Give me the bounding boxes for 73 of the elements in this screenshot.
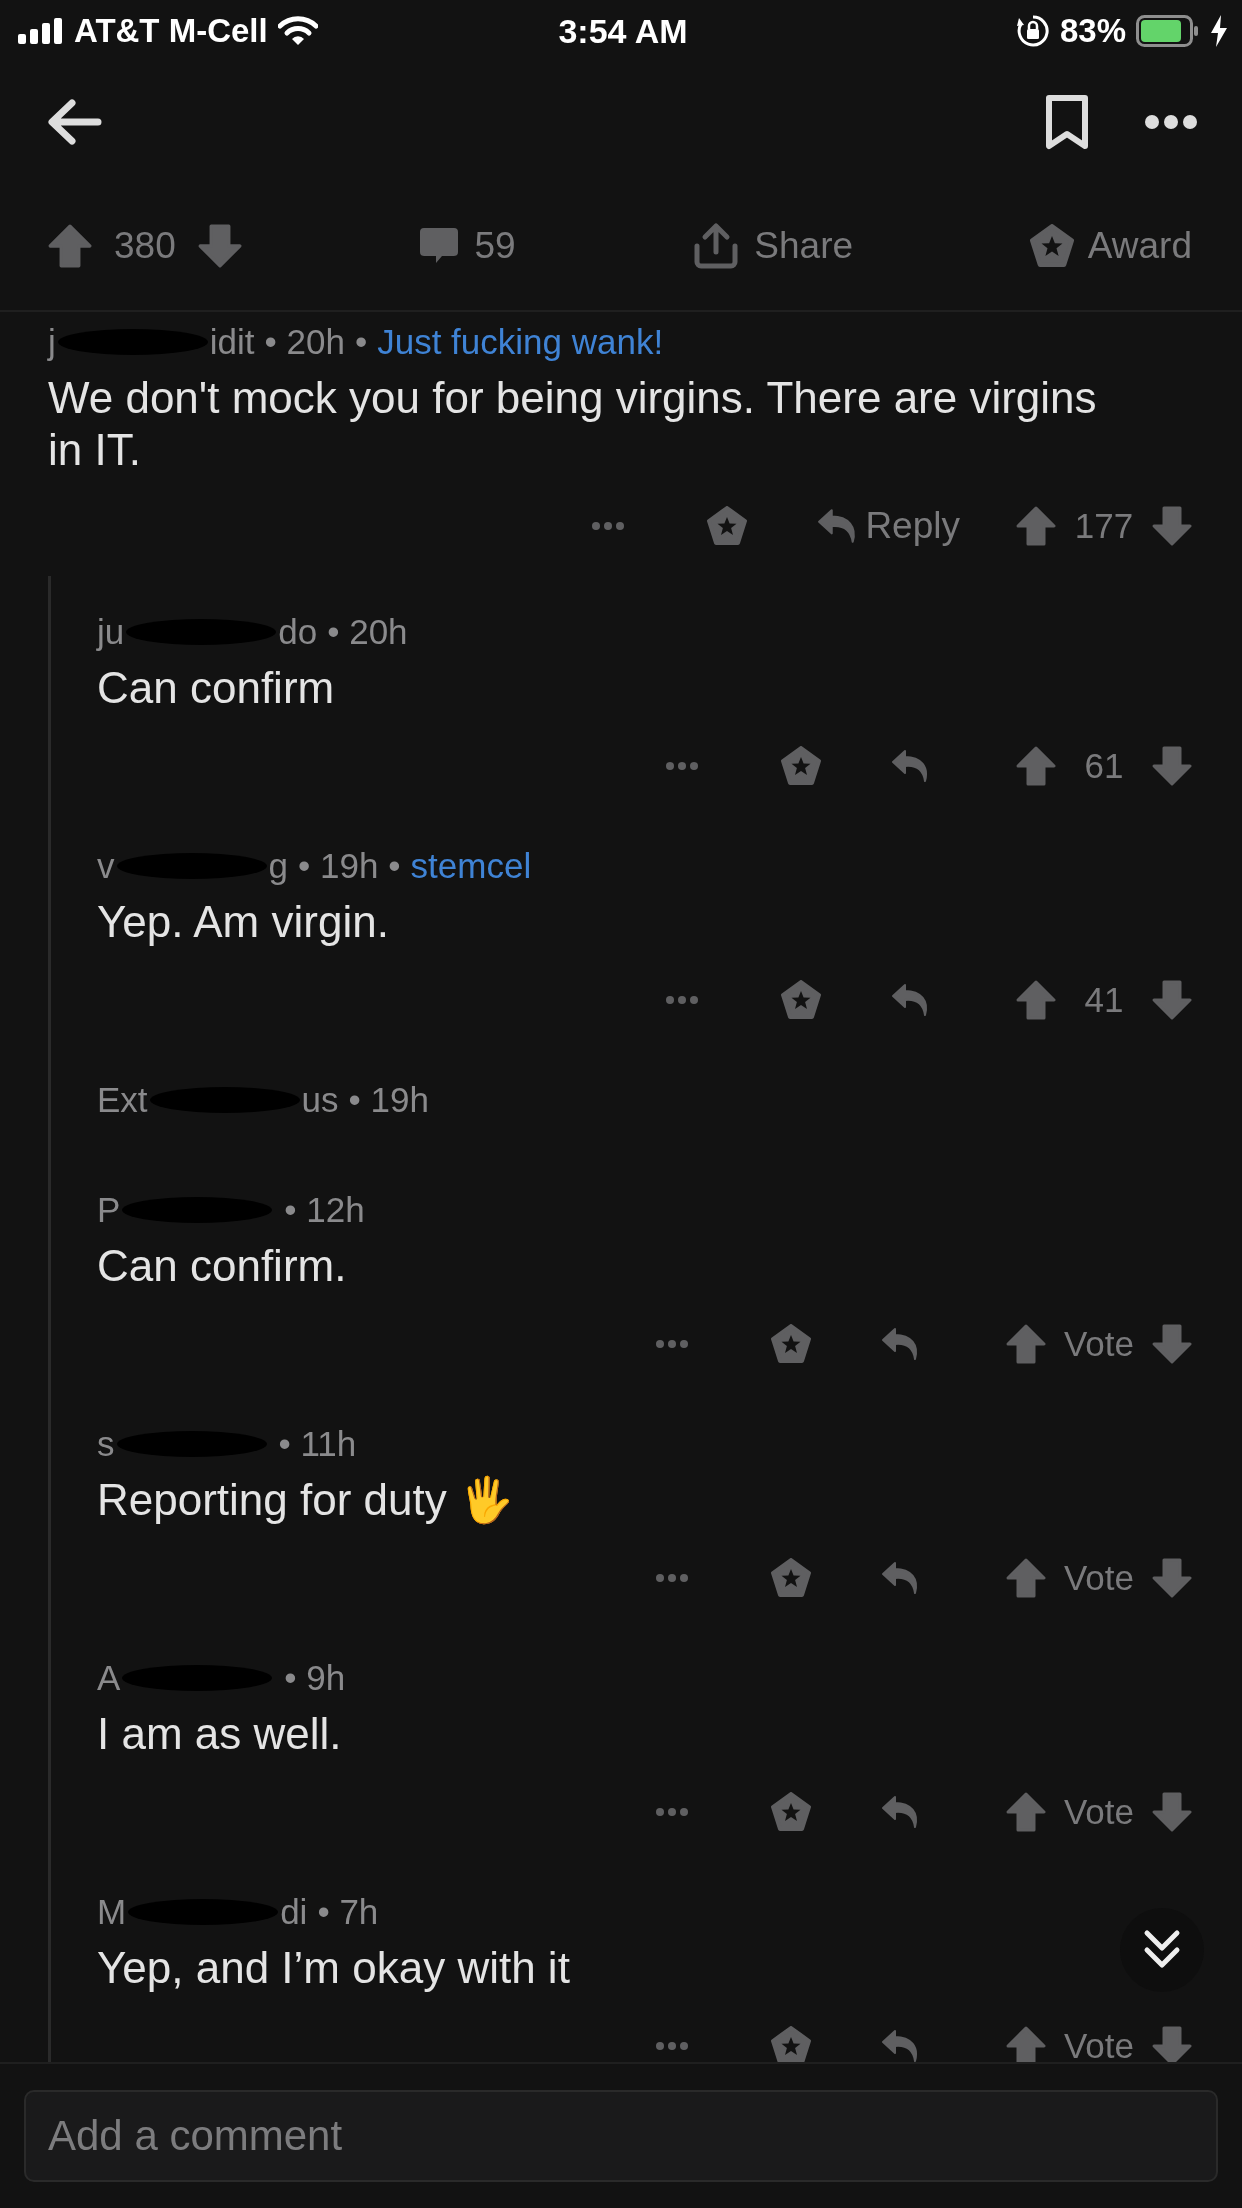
separator-dot: • — [388, 846, 401, 886]
upvote-icon[interactable] — [1005, 1558, 1046, 1598]
downvote-icon[interactable] — [1152, 506, 1192, 546]
downvote-icon[interactable] — [1152, 1792, 1192, 1832]
award-icon[interactable] — [770, 1558, 811, 1598]
username[interactable]: P — [97, 1190, 275, 1230]
vote-score: 41 — [1083, 980, 1125, 1020]
award-icon[interactable] — [707, 506, 748, 546]
rotation-lock-icon — [1015, 14, 1050, 48]
battery-icon — [1136, 15, 1200, 47]
upvote-icon[interactable] — [1016, 506, 1056, 546]
username[interactable]: j idit — [48, 322, 255, 362]
vote-score: Vote — [1063, 2026, 1134, 2066]
comment-age: • 7h — [317, 1892, 379, 1932]
comment-text: Reporting for duty 🖐 — [97, 1474, 514, 1526]
comment-text: Yep. Am virgin. — [97, 896, 389, 948]
award-icon[interactable] — [781, 980, 821, 1020]
vote-score: Vote — [1063, 1558, 1134, 1598]
share-icon — [692, 222, 741, 270]
comment-age: • 19h — [297, 846, 379, 886]
comment-field[interactable]: Add a comment — [24, 2090, 1218, 2182]
wifi-icon — [277, 16, 318, 46]
carrier-name: AT&T M-Cell — [74, 12, 268, 50]
charging-bolt-icon — [1210, 15, 1228, 47]
comment-text: Can confirm. — [97, 1240, 347, 1292]
username[interactable]: A — [97, 1658, 275, 1698]
upvote-icon[interactable] — [1016, 746, 1056, 786]
username[interactable]: s — [97, 1424, 269, 1464]
clock: 3:54 AM — [558, 11, 688, 51]
downvote-icon[interactable] — [1152, 1558, 1192, 1598]
post-score: 380 — [114, 225, 176, 267]
upvote-icon[interactable] — [48, 224, 92, 268]
comment-age: • 9h — [284, 1658, 346, 1698]
username[interactable]: ju do — [97, 612, 318, 652]
separator-dot: • — [354, 322, 368, 362]
user-flair: Just fucking wank! — [377, 322, 664, 362]
back-arrow-icon[interactable] — [46, 97, 102, 147]
username[interactable]: M di — [97, 1892, 308, 1932]
comment-age: • 19h — [348, 1080, 429, 1120]
reply-button[interactable]: Reply — [817, 505, 960, 547]
username[interactable]: Ext us — [97, 1080, 339, 1120]
upvote-icon[interactable] — [1005, 1324, 1046, 1364]
comment-age: • 20h — [264, 322, 345, 362]
comment-age: • 20h — [327, 612, 408, 652]
upvote-icon[interactable] — [1005, 1792, 1046, 1832]
award-button[interactable]: Award — [1029, 224, 1192, 268]
award-icon — [1029, 224, 1074, 268]
downvote-icon[interactable] — [197, 224, 242, 268]
comment-text: We don't mock you for being virgins. There are virgins in IT. — [48, 372, 1098, 476]
upvote-icon[interactable] — [1016, 980, 1056, 1020]
comment-age: • 11h — [278, 1424, 357, 1464]
award-icon[interactable] — [781, 746, 821, 786]
downvote-icon[interactable] — [1152, 746, 1192, 786]
vote-score: Vote — [1063, 1324, 1134, 1364]
battery-percentage: 83% — [1059, 12, 1126, 50]
more-options-icon[interactable] — [1144, 114, 1198, 130]
comment-text: Yep, and I’m okay with it — [97, 1942, 570, 1994]
signal-icon — [18, 18, 64, 44]
share-button[interactable]: Share — [692, 222, 854, 270]
vote-score: 177 — [1074, 506, 1134, 546]
downvote-icon[interactable] — [1152, 1324, 1192, 1364]
comments-button[interactable]: 59 — [418, 225, 516, 267]
award-icon[interactable] — [770, 1792, 811, 1832]
comment-text: I am as well. — [97, 1708, 342, 1760]
comment-text: Can confirm — [97, 662, 335, 714]
bookmark-icon[interactable] — [1044, 94, 1090, 150]
user-flair: stemcel — [410, 846, 532, 886]
comment-age: • 12h — [284, 1190, 365, 1230]
username[interactable]: v g — [97, 846, 288, 886]
vote-score: 61 — [1083, 746, 1125, 786]
downvote-icon[interactable] — [1152, 980, 1192, 1020]
award-icon[interactable] — [770, 1324, 811, 1364]
vote-score: Vote — [1063, 1792, 1134, 1832]
